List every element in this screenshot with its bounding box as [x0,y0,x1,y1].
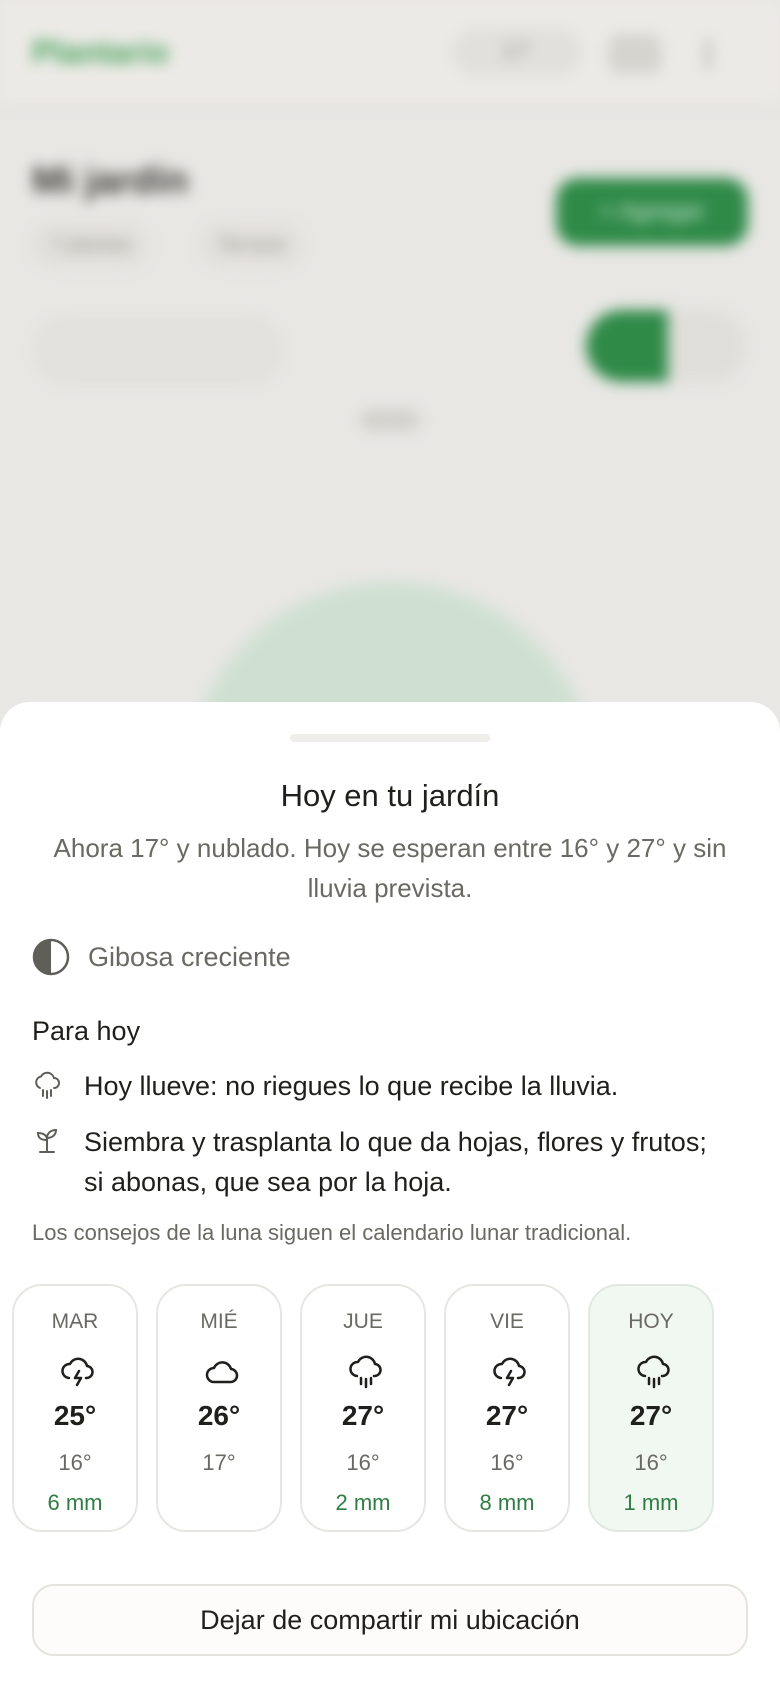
plants-count-chip: 7 plantas [32,222,150,268]
forecast-day-card[interactable]: MIÉ 26° 17° [156,1284,282,1532]
weather-summary: Ahora 17° y nublado. Hoy se esperan entr… [53,833,727,903]
tip-item: Hoy llueve: no riegues lo que recibe la … [32,1066,724,1106]
min-temp: 17° [202,1450,236,1475]
moon-phase-label: Gibosa creciente [88,941,291,972]
day-label: VIE [490,1310,524,1333]
rain-amount: 1 mm [623,1490,679,1515]
storm-icon [493,1357,526,1387]
rain-cloud-icon [35,1071,60,1099]
tip-text: Siembra y trasplanta lo que da hojas, fl… [84,1127,707,1197]
forecast-row: MAR 25° 16° 6 mm MIÉ 26° 17° JUE 27° 16°… [12,1284,732,1532]
sprout-icon [36,1128,58,1153]
forecast-day-card-today[interactable]: HOY 27° 16° 1 mm [588,1284,714,1532]
more-menu-icon [704,38,712,70]
max-temp: 25° [53,1400,97,1431]
storm-icon [61,1357,94,1387]
sheet-drag-handle[interactable] [290,734,490,742]
terrace-chip: Terraza [200,222,303,268]
day-label: MIÉ [200,1310,238,1333]
day-label: JUE [343,1310,383,1333]
rain-amount: 8 mm [479,1490,535,1515]
forecast-day-card[interactable]: VIE 27° 16° 8 mm [444,1284,570,1532]
forecast-day-card[interactable]: JUE 27° 16° 2 mm [300,1284,426,1532]
rain-amount: 2 mm [335,1490,391,1515]
min-temp: 16° [58,1450,92,1475]
grid-view-toggle [586,310,668,382]
max-temp: 27° [341,1400,385,1431]
min-temp: 16° [634,1450,668,1475]
app-header: Plantario 17° [0,0,780,106]
sheet-title: Hoy en tu jardín [280,778,500,813]
max-temp: 26° [197,1400,241,1431]
cloud-icon [205,1361,239,1384]
stop-sharing-location-button[interactable]: Dejar de compartir mi ubicación [32,1584,748,1656]
plant-counter [360,410,420,430]
max-temp: 27° [485,1400,529,1431]
rain-icon [349,1355,382,1389]
today-heading: Para hoy [32,1016,141,1046]
app-logo: Plantario [32,34,169,70]
avatar [608,34,662,74]
moon-half-icon [32,938,70,976]
garden-title: Mi jardín [32,160,189,202]
background-app: Plantario 17° Mi jardín 7 plantas Terraz… [0,0,780,992]
today-garden-sheet: Hoy en tu jardín Ahora 17° y nublado. Ho… [0,702,780,1688]
moon-phase-row: Gibosa creciente [32,938,291,976]
min-temp: 16° [346,1450,380,1475]
add-plant-button: + Agregar [556,178,748,246]
filter-chip [36,318,280,382]
max-temp: 27° [629,1400,673,1431]
min-temp: 16° [490,1450,524,1475]
list-view-toggle [670,310,746,382]
weather-chip: 17° [452,28,582,76]
moon-footnote: Los consejos de la luna siguen el calend… [32,1220,632,1245]
rain-icon [637,1355,670,1389]
day-label: HOY [628,1310,674,1333]
tip-text: Hoy llueve: no riegues lo que recibe la … [84,1071,619,1101]
rain-amount: 6 mm [47,1490,103,1515]
forecast-day-card[interactable]: MAR 25° 16° 6 mm [12,1284,138,1532]
day-label: MAR [51,1310,99,1333]
tip-item: Siembra y trasplanta lo que da hojas, fl… [32,1122,724,1202]
